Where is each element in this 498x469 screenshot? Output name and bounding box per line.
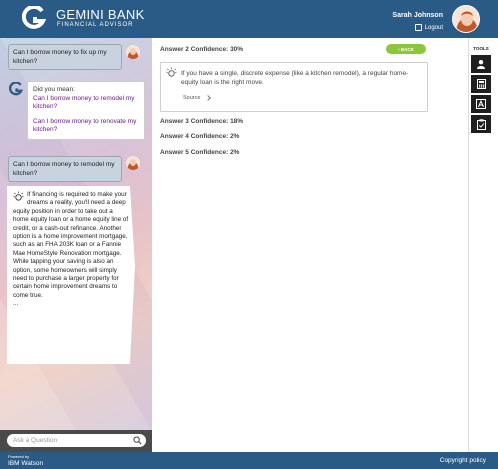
app-header: GEMINI BANK FINANCIAL ADVISOR Sarah John… (0, 0, 498, 38)
calculator-icon (476, 79, 486, 89)
search-icon[interactable] (133, 436, 142, 445)
bot-answer-message: If financing is required to make your dr… (7, 186, 135, 364)
user-message: Can I borrow money to remodel my kitchen… (8, 156, 122, 182)
gemini-logo-icon (22, 6, 46, 29)
powered-by-label: Powered by (8, 454, 30, 459)
logout-label: Logout (424, 24, 443, 31)
user-message: Can I borrow money to fix up my kitchen? (8, 44, 122, 70)
answers-panel: Answer 2 Confidence: 30% ‹ BACK If you h… (152, 38, 468, 452)
ibm-watson-logo: IBM Watson (8, 460, 44, 467)
logout-icon (414, 24, 422, 31)
answer-header[interactable]: Answer 3 Confidence: 18% (160, 118, 243, 125)
answer-card: If you have a single, discrete expense (… (160, 62, 428, 112)
user-name: Sarah Johnson (392, 12, 443, 19)
answer-header[interactable]: Answer 2 Confidence: 30% (160, 46, 243, 53)
source-link[interactable]: Source (183, 95, 212, 101)
suggestion-intro: Did you mean: (33, 86, 75, 93)
user-icon (477, 60, 485, 69)
chat-panel: Can I borrow money to fix up my kitchen?… (0, 38, 152, 430)
answer-ellipsis: ... (13, 300, 19, 308)
gemini-small-icon (9, 82, 23, 96)
font-icon (476, 99, 486, 109)
copyright-link[interactable]: Copyright policy (440, 457, 486, 464)
answer-header[interactable]: Answer 5 Confidence: 2% (160, 149, 239, 156)
user-avatar-icon (453, 6, 479, 32)
back-button[interactable]: ‹ BACK (386, 44, 426, 54)
bot-suggestion-message: Did you mean: Can I borrow money to remo… (27, 81, 145, 140)
suggestion-link[interactable]: Can I borrow money to renovate my kitche… (33, 118, 139, 135)
answer-text: If financing is required to make your dr… (13, 191, 129, 299)
logout-button[interactable]: Logout (414, 24, 443, 31)
avatar-icon (126, 45, 140, 59)
avatar-icon (126, 156, 140, 170)
app-footer: Powered by IBM Watson Copyright policy (0, 452, 498, 469)
brand-title: GEMINI BANK (56, 7, 145, 22)
font-tool-button[interactable] (471, 95, 491, 113)
watson-icon (166, 67, 177, 77)
source-label: Source (183, 95, 201, 101)
suggestion-link[interactable]: Can I borrow money to remodel my kitchen… (33, 95, 139, 112)
user-tool-button[interactable] (471, 55, 491, 73)
brand-subtitle: FINANCIAL ADVISOR (57, 22, 134, 28)
user-avatar-small (126, 156, 140, 170)
user-avatar-small (126, 45, 140, 59)
answer-header[interactable]: Answer 4 Confidence: 2% (160, 133, 239, 140)
watson-icon (13, 191, 24, 201)
answer-text: If you have a single, discrete expense (… (181, 70, 409, 86)
ask-question-input[interactable] (7, 434, 146, 447)
clipboard-icon (476, 118, 486, 130)
tools-label: TOOLS (473, 46, 489, 51)
clipboard-tool-button[interactable] (471, 115, 491, 133)
avatar[interactable] (452, 5, 480, 33)
calculator-tool-button[interactable] (471, 75, 491, 93)
chevron-right-icon (205, 95, 212, 101)
